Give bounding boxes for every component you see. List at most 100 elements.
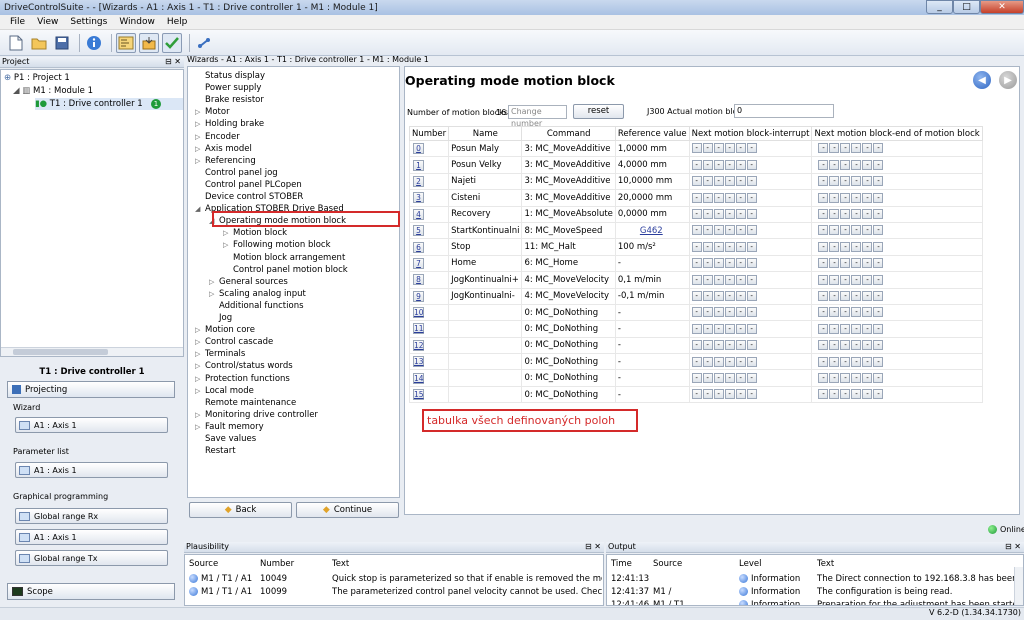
next-block-select-button[interactable]: - xyxy=(691,323,702,334)
next-block-select-button[interactable]: - xyxy=(862,176,873,187)
next-block-select-button[interactable]: - xyxy=(873,356,884,367)
next-block-select-button[interactable]: - xyxy=(724,192,735,203)
next-block-select-button[interactable]: - xyxy=(818,258,829,269)
next-block-select-button[interactable]: - xyxy=(862,258,873,269)
output-scrollbar[interactable] xyxy=(1014,567,1023,605)
next-block-select-button[interactable]: - xyxy=(735,143,746,154)
next-block-select-button[interactable]: - xyxy=(851,307,862,318)
next-block-select-button[interactable]: - xyxy=(724,159,735,170)
next-block-select-button[interactable]: - xyxy=(829,389,840,400)
next-block-select-button[interactable]: - xyxy=(746,340,757,351)
next-block-select-button[interactable]: - xyxy=(862,290,873,301)
next-block-select-button[interactable]: - xyxy=(746,290,757,301)
next-block-select-button[interactable]: - xyxy=(735,274,746,285)
next-block-select-button[interactable]: - xyxy=(818,323,829,334)
next-block-select-button[interactable]: - xyxy=(829,159,840,170)
table-row[interactable]: 15 0: MC_DoNothing - - - - - - - - - - - - - xyxy=(408,385,983,404)
next-block-select-button[interactable]: - xyxy=(873,176,884,187)
row-number-link[interactable]: 0 xyxy=(413,143,424,155)
next-block-select-button[interactable]: - xyxy=(851,159,862,170)
minimize-button[interactable]: _ xyxy=(926,0,953,14)
next-block-select-button[interactable]: - xyxy=(818,389,829,400)
next-block-select-button[interactable]: - xyxy=(818,192,829,203)
table-row[interactable]: 2 Najeti 3: MC_MoveAdditive 10,0000 mm - - - - -… xyxy=(408,172,983,191)
next-block-select-button[interactable]: - xyxy=(829,307,840,318)
wizard-item[interactable]: Additional functions xyxy=(219,300,304,312)
table-row[interactable]: 6 Stop 11: MC_Halt 100 m/s² - - - - - - - - - - - - xyxy=(408,238,983,256)
next-block-select-button[interactable]: - xyxy=(746,274,757,285)
row-number-link[interactable]: 8 xyxy=(413,274,424,286)
wizard-item[interactable]: ▷ Local mode xyxy=(195,385,254,397)
tree-scrollbar[interactable] xyxy=(1,347,183,356)
scope-button[interactable]: Scope xyxy=(7,583,175,600)
expand-arrow-icon[interactable]: ▷ xyxy=(223,227,228,239)
row-number-link[interactable]: 13 xyxy=(413,356,424,368)
next-block-select-button[interactable]: - xyxy=(713,389,724,400)
table-row[interactable]: 4 Recovery 1: MC_MoveAbsolute 0,0000 mm - - - -… xyxy=(408,205,983,223)
next-block-select-button[interactable]: - xyxy=(702,209,713,219)
next-block-select-button[interactable]: - xyxy=(713,159,724,170)
expand-arrow-icon[interactable]: ▷ xyxy=(209,276,214,288)
next-block-select-button[interactable]: - xyxy=(851,209,862,219)
expand-arrow-icon[interactable]: ▷ xyxy=(209,288,214,300)
expand-arrow-icon[interactable]: ▷ xyxy=(195,409,200,421)
next-block-select-button[interactable]: - xyxy=(818,241,829,252)
next-block-select-button[interactable]: - xyxy=(818,159,829,170)
next-block-select-button[interactable]: - xyxy=(818,274,829,285)
connection-icon[interactable] xyxy=(194,33,214,53)
next-block-select-button[interactable]: - xyxy=(713,176,724,187)
next-block-select-button[interactable]: - xyxy=(713,372,724,383)
next-block-select-button[interactable]: - xyxy=(829,209,840,219)
expand-arrow-icon[interactable]: ▷ xyxy=(223,239,228,251)
wizard-item[interactable]: Brake resistor xyxy=(205,94,264,106)
next-block-select-button[interactable]: - xyxy=(724,176,735,187)
expand-arrow-icon[interactable]: ▷ xyxy=(195,131,200,143)
next-block-select-button[interactable]: - xyxy=(735,176,746,187)
out-time[interactable]: 12:41:37 xyxy=(611,587,649,597)
next-block-select-button[interactable]: - xyxy=(691,307,702,318)
next-block-select-button[interactable]: - xyxy=(840,159,851,170)
next-block-select-button[interactable]: - xyxy=(851,389,862,400)
project-tree-icon[interactable] xyxy=(116,32,136,53)
wizard-item[interactable]: Control panel PLCopen xyxy=(205,179,302,191)
next-block-select-button[interactable]: - xyxy=(873,192,884,203)
wizard-item[interactable]: Restart xyxy=(205,445,236,457)
next-block-select-button[interactable]: - xyxy=(862,307,873,318)
menu-view[interactable]: View xyxy=(31,17,64,27)
expand-arrow-icon[interactable]: ▷ xyxy=(195,421,200,433)
next-block-select-button[interactable]: - xyxy=(735,372,746,383)
tree-node-module[interactable]: ◢ ▥ M1 : Module 1 xyxy=(13,85,93,97)
next-block-select-button[interactable]: - xyxy=(840,356,851,367)
next-block-select-button[interactable]: - xyxy=(851,340,862,351)
next-block-select-button[interactable]: - xyxy=(746,143,757,154)
row-number-link[interactable]: 1 xyxy=(413,159,424,171)
next-block-select-button[interactable]: - xyxy=(724,290,735,301)
row-number-link[interactable]: 11 xyxy=(413,323,424,335)
next-block-select-button[interactable]: - xyxy=(840,372,851,383)
next-block-select-button[interactable]: - xyxy=(862,356,873,367)
tree-node-project[interactable]: ⊕ P1 : Project 1 xyxy=(4,72,70,84)
wizard-item[interactable]: ▷ Protection functions xyxy=(195,373,290,385)
next-block-select-button[interactable]: - xyxy=(746,176,757,187)
graph-axis-button[interactable]: A1 : Axis 1 xyxy=(15,529,168,545)
forward-arrow-icon[interactable]: ▶ xyxy=(999,71,1017,89)
next-block-select-button[interactable]: - xyxy=(691,340,702,351)
next-block-select-button[interactable]: - xyxy=(829,176,840,187)
save-icon[interactable] xyxy=(52,33,72,53)
projecting-button[interactable]: Projecting xyxy=(7,381,175,398)
next-block-select-button[interactable]: - xyxy=(735,340,746,351)
next-block-select-button[interactable]: - xyxy=(691,356,702,367)
next-block-select-button[interactable]: - xyxy=(862,143,873,154)
maximize-button[interactable]: □ xyxy=(953,0,980,14)
next-block-select-button[interactable]: - xyxy=(724,143,735,154)
next-block-select-button[interactable]: - xyxy=(829,225,840,236)
next-block-select-button[interactable]: - xyxy=(735,192,746,203)
next-block-select-button[interactable]: - xyxy=(746,159,757,170)
next-block-select-button[interactable]: - xyxy=(691,192,702,203)
wizard-item[interactable]: Status display xyxy=(205,70,265,82)
next-block-select-button[interactable]: - xyxy=(840,258,851,269)
next-block-select-button[interactable]: - xyxy=(873,307,884,318)
wizard-item[interactable]: ▷ Motion core xyxy=(195,324,255,336)
row-number-link[interactable]: 6 xyxy=(413,241,424,253)
expand-arrow-icon[interactable]: ▷ xyxy=(195,348,200,360)
